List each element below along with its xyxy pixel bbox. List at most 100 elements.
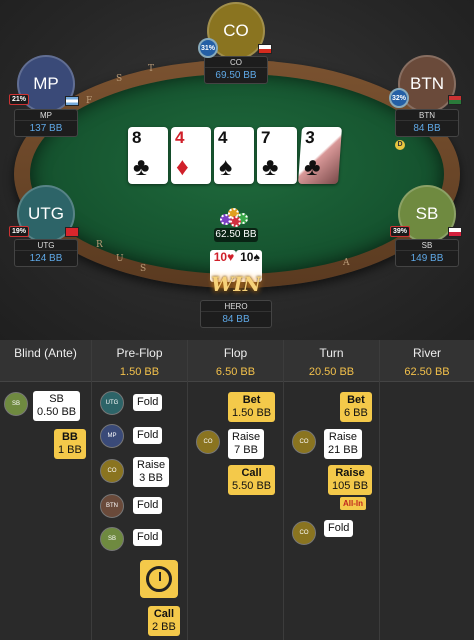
timebank-icon <box>140 560 178 598</box>
card-rank: 7 <box>261 128 271 147</box>
position-chip: CO <box>196 430 220 454</box>
action-amount: 6 BB <box>344 407 368 419</box>
community-cards: 8 ♣ 4 ♦ 4 ♠ 7 ♣ 3 ♣ <box>128 127 342 184</box>
player-stack: 149 BB <box>410 253 444 264</box>
vpip-badge: 39% <box>390 226 411 237</box>
flag-icon <box>258 44 272 54</box>
player-plate: SB 149 BB <box>395 239 459 267</box>
action-label: Raise <box>137 459 166 471</box>
flag-icon <box>65 96 79 106</box>
rail-letter: T <box>148 64 155 74</box>
board-card: 8 ♣ <box>128 127 168 184</box>
rail-letter: U <box>116 254 124 264</box>
action-label: Fold <box>328 522 350 534</box>
action-amount: 2 BB <box>152 621 176 633</box>
poker-table-area: F S T R U S A 8 ♣ 4 ♦ 4 ♠ 7 ♣ 3 ♣ 62.50 BB D … <box>0 0 474 340</box>
street-header[interactable]: Pre-Flop 1.50 BB <box>92 340 187 382</box>
action-label: Bet <box>347 394 365 406</box>
street-header[interactable]: Flop 6.50 BB <box>188 340 283 382</box>
position-chip: BTN <box>100 494 124 518</box>
card-rank: 8 <box>132 128 142 147</box>
flag-icon <box>448 95 462 105</box>
board-card: 4 ♠ <box>214 127 254 184</box>
rail-letter: S <box>116 74 123 84</box>
action-label: Fold <box>137 429 159 441</box>
action-bubble: Fold <box>133 394 163 411</box>
action-label: Fold <box>137 396 159 408</box>
street-pot: 62.50 BB <box>404 366 450 378</box>
card-rank: 4 <box>218 128 228 147</box>
street-header[interactable]: Turn 20.50 BB <box>284 340 379 382</box>
player-stack: 124 BB <box>29 253 63 264</box>
action-amount: 5.50 BB <box>232 480 272 492</box>
action-label: Call <box>153 608 175 620</box>
board-card: 7 ♣ <box>257 127 297 184</box>
vpip-badge: 19% <box>9 226 30 237</box>
hero-action-bubble: Raise 105 BB <box>328 465 373 495</box>
player-name: UTG <box>15 240 77 251</box>
position-chip: SB <box>100 527 124 551</box>
action-label: Bet <box>242 394 261 406</box>
street-column-river: River 62.50 BB <box>380 340 474 640</box>
action-amount: 3 BB <box>139 472 163 484</box>
action-label: Raise <box>335 467 365 479</box>
action-amount: 1.50 BB <box>232 407 272 419</box>
action-amount: 0.50 BB <box>37 406 77 418</box>
player-name: BTN <box>396 110 458 121</box>
street-pot: 1.50 BB <box>119 366 160 378</box>
action-amount: 1 BB <box>58 444 82 456</box>
hero-action-bubble: BB 1 BB <box>54 429 86 459</box>
player-plate: MP 137 BB <box>14 109 78 137</box>
hero-action-bubble: Call 5.50 BB <box>228 465 276 495</box>
action-amount: 7 BB <box>234 444 258 456</box>
action-bubble: Raise 21 BB <box>324 429 362 459</box>
action-label: BB <box>61 431 78 443</box>
rail-letter: S <box>140 264 147 274</box>
player-name: CO <box>205 57 267 68</box>
position-chip: CO <box>100 459 124 483</box>
card-rank: 4 <box>175 128 185 147</box>
player-stack: 137 BB <box>29 123 63 134</box>
action-amount: 105 BB <box>332 480 369 492</box>
action-label: SB <box>49 393 64 405</box>
club-icon: ♣ <box>303 153 322 181</box>
player-plate: CO 69.50 BB <box>204 56 268 84</box>
position-chip: SB <box>4 392 28 416</box>
board-card: 4 ♦ <box>171 127 211 184</box>
rail-letter: A <box>343 258 350 268</box>
club-icon: ♣ <box>262 153 279 181</box>
position-chip: UTG <box>100 391 124 415</box>
flag-icon <box>448 227 462 237</box>
action-label: Call <box>241 467 262 479</box>
street-column-blinds: Blind (Ante) <box>0 340 92 640</box>
action-bubble: Raise 3 BB <box>133 457 170 487</box>
rail-letter: F <box>86 96 93 106</box>
hero-action-bubble: Call 2 BB <box>148 606 180 636</box>
player-plate: HERO 84 BB <box>200 300 272 328</box>
action-bubble: Fold <box>133 529 163 546</box>
street-name: Turn <box>319 346 344 360</box>
card-rank: 3 <box>304 128 316 147</box>
action-bubble: Raise 7 BB <box>228 429 265 459</box>
action-bubble: Fold <box>133 427 163 444</box>
street-pot: 20.50 BB <box>308 366 355 378</box>
street-name: Blind (Ante) <box>14 346 77 360</box>
action-amount: 21 BB <box>328 444 358 456</box>
player-name: MP <box>15 110 77 121</box>
action-label: Fold <box>137 499 159 511</box>
street-header[interactable]: River 62.50 BB <box>380 340 474 382</box>
all-in-badge: All-In <box>340 497 366 510</box>
action-bubble: SB 0.50 BB <box>33 391 81 421</box>
hero-action-bubble: Bet 1.50 BB <box>228 392 276 422</box>
street-name: River <box>412 346 441 360</box>
action-bubble: Fold <box>133 497 163 514</box>
action-label: Fold <box>137 531 159 543</box>
player-stack: 84 BB <box>222 314 250 325</box>
street-header[interactable]: Blind (Ante) <box>0 340 91 382</box>
player-name: HERO <box>201 301 271 312</box>
pot-chips-icon <box>218 206 254 228</box>
player-name: SB <box>396 240 458 251</box>
position-chip: CO <box>292 430 316 454</box>
club-icon: ♣ <box>133 153 150 181</box>
position-chip: CO <box>292 521 316 545</box>
